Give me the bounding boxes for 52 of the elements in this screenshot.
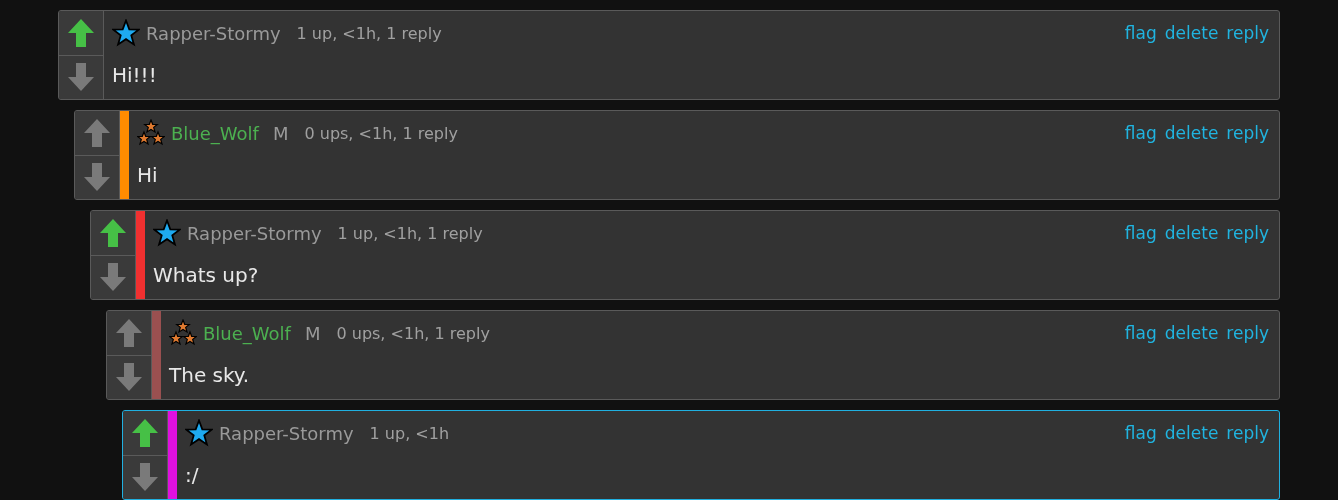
- up-arrow-icon: [83, 117, 111, 148]
- username[interactable]: Rapper-Stormy: [146, 22, 281, 44]
- action-link[interactable]: delete: [1164, 123, 1219, 143]
- comment-text: :/: [185, 462, 200, 489]
- username[interactable]: Rapper-Stormy: [219, 422, 354, 444]
- upvote-button[interactable]: [75, 111, 119, 155]
- downvote-button[interactable]: [75, 154, 119, 199]
- moderator-tag: M: [272, 122, 289, 144]
- action-link[interactable]: flag: [1124, 423, 1157, 443]
- downvote-button[interactable]: [123, 454, 167, 499]
- moderator-tag: M: [304, 322, 321, 344]
- down-arrow-icon: [131, 462, 159, 493]
- comment-meta: 1 up, <1h: [369, 423, 450, 443]
- action-link[interactable]: delete: [1164, 223, 1219, 243]
- up-arrow-icon: [131, 417, 159, 448]
- downvote-button[interactable]: [59, 54, 103, 99]
- up-arrow-icon: [115, 317, 143, 348]
- upvote-button[interactable]: [59, 11, 103, 55]
- upvote-button[interactable]: [107, 311, 151, 355]
- downvote-button[interactable]: [107, 354, 151, 399]
- downvote-button[interactable]: [91, 254, 135, 299]
- action-link[interactable]: reply: [1226, 423, 1269, 443]
- action-link[interactable]: flag: [1124, 223, 1157, 243]
- comment-text: Hi: [137, 162, 159, 189]
- action-link[interactable]: reply: [1226, 223, 1269, 243]
- up-arrow-icon: [99, 217, 127, 248]
- up-arrow-icon: [67, 17, 95, 48]
- action-link[interactable]: reply: [1226, 123, 1269, 143]
- username[interactable]: Blue_Wolf: [203, 322, 291, 344]
- action-link[interactable]: delete: [1164, 23, 1219, 43]
- comment-meta: 0 ups, <1h, 1 reply: [304, 123, 458, 143]
- comment-text: The sky.: [169, 362, 251, 389]
- username[interactable]: Rapper-Stormy: [187, 222, 322, 244]
- action-link[interactable]: reply: [1226, 323, 1269, 343]
- action-link[interactable]: flag: [1124, 123, 1157, 143]
- action-link[interactable]: delete: [1164, 323, 1219, 343]
- down-arrow-icon: [115, 362, 143, 393]
- comment-text: Whats up?: [153, 262, 260, 289]
- upvote-button[interactable]: [123, 411, 167, 455]
- action-link[interactable]: flag: [1124, 23, 1157, 43]
- action-link[interactable]: reply: [1226, 23, 1269, 43]
- comment-text: Hi!!!: [112, 62, 158, 89]
- comment-meta: 1 up, <1h, 1 reply: [337, 223, 483, 243]
- upvote-button[interactable]: [91, 211, 135, 255]
- action-link[interactable]: delete: [1164, 423, 1219, 443]
- down-arrow-icon: [83, 162, 111, 193]
- down-arrow-icon: [99, 262, 127, 293]
- comment-meta: 1 up, <1h, 1 reply: [296, 23, 442, 43]
- username[interactable]: Blue_Wolf: [171, 122, 259, 144]
- action-link[interactable]: flag: [1124, 323, 1157, 343]
- down-arrow-icon: [67, 62, 95, 93]
- comment-meta: 0 ups, <1h, 1 reply: [336, 323, 490, 343]
